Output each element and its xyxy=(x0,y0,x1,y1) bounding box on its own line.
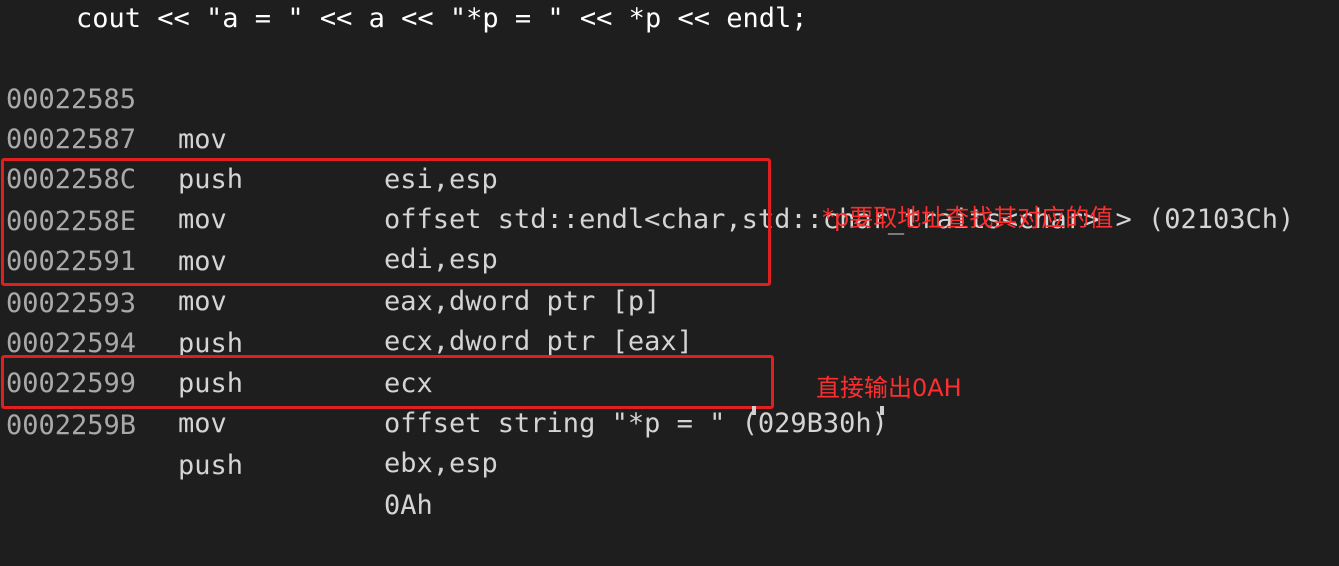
operands: ebx,esp xyxy=(384,448,498,479)
mnemonic: mov xyxy=(178,408,227,439)
deref-annotation: *p要取地址查找其对应的值 xyxy=(822,204,1114,232)
asm-line[interactable]: 00022585 mov esi,esp xyxy=(0,40,1339,195)
source-code-line: cout << "a = " << a << "*p = " << *p << … xyxy=(76,3,808,34)
asm-line[interactable]: 0002258C mov edi,esp xyxy=(0,120,1339,275)
asm-line[interactable]: 00022587 push offset std::endl<char,std:… xyxy=(0,80,1339,235)
deref-highlight-box xyxy=(1,158,771,286)
cut-off-text-fragment xyxy=(740,406,920,415)
operands: 0Ah xyxy=(384,490,433,521)
address: 0002259B xyxy=(6,410,137,441)
endl-annotation: 直接输出0AH xyxy=(816,374,962,402)
asm-line[interactable]: 00022594 push offset string "*p = " (029… xyxy=(0,284,1339,439)
mnemonic: push xyxy=(178,450,244,481)
endl-highlight-box xyxy=(1,355,774,409)
disassembly-view: cout << "a = " << a << "*p = " << *p << … xyxy=(0,0,1339,521)
